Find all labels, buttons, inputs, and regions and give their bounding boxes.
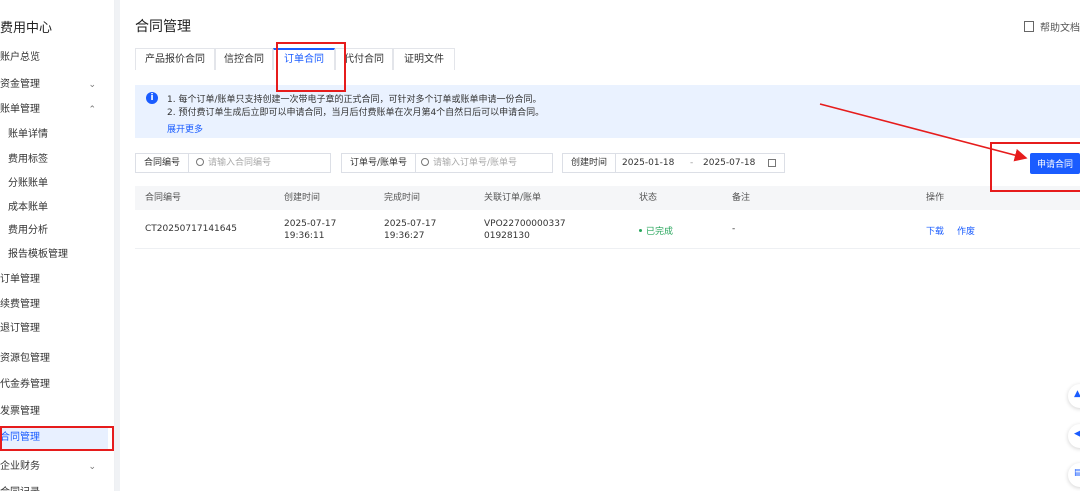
- remark-cell: -: [732, 224, 736, 234]
- column-header: 创建时间: [284, 193, 321, 203]
- finished-time-cell: 2025-07-17 19:36:27: [384, 218, 436, 242]
- column-header: 完成时间: [384, 193, 421, 203]
- order-no-label: 订单号/账单号: [342, 154, 417, 172]
- calendar-icon[interactable]: [768, 159, 776, 167]
- sidebar-title: 费用中心: [0, 21, 53, 36]
- sidebar-item-label: 代金券管理: [0, 379, 50, 390]
- date-start-value[interactable]: 2025-01-18: [622, 154, 674, 172]
- related-order-line-2: 01928130: [484, 231, 530, 241]
- contract-no-label: 合同编号: [136, 154, 190, 172]
- sidebar-item[interactable]: 退订管理: [0, 318, 108, 340]
- sidebar-item[interactable]: 发票管理: [0, 401, 108, 423]
- doc-icon: ▤: [1074, 468, 1080, 478]
- date-end-value[interactable]: 2025-07-18: [703, 154, 755, 172]
- main-content: 合同管理 帮助文档 产品报价合同 信控合同 订单合同 代付合同 证明文件 i 1…: [120, 0, 1080, 491]
- sidebar-item[interactable]: 费用标签: [8, 149, 108, 171]
- status-cell: 已完成: [639, 224, 673, 237]
- contract-no-cell: CT20250717141645: [145, 224, 237, 234]
- sidebar-item-label: 费用标签: [8, 154, 48, 165]
- tab-order-contract[interactable]: 订单合同: [273, 48, 335, 70]
- chevron-up-icon: ⌃: [88, 105, 96, 115]
- sidebar-item[interactable]: 合同管理: [0, 427, 108, 449]
- sidebar-item[interactable]: 续费管理: [0, 294, 108, 316]
- tab-credit-contract[interactable]: 信控合同: [215, 48, 273, 70]
- search-icon: [196, 158, 204, 166]
- date-separator: -: [690, 158, 694, 168]
- column-header: 备注: [732, 193, 751, 203]
- page-title: 合同管理: [135, 19, 191, 35]
- contract-no-filter: 合同编号 请输入合同编号: [135, 153, 331, 173]
- help-doc-label: 帮助文档: [1040, 23, 1080, 34]
- status-dot-icon: [639, 229, 642, 232]
- sidebar-item-label: 订单管理: [0, 274, 40, 285]
- sidebar-item-label: 退订管理: [0, 323, 40, 334]
- sidebar-item[interactable]: 账户总览: [0, 47, 108, 69]
- search-icon: [421, 158, 429, 166]
- sidebar-item[interactable]: 企业财务 ⌄: [0, 456, 108, 478]
- tab-product-quote-contract[interactable]: 产品报价合同: [135, 48, 215, 70]
- feedback-icon: ◀: [1074, 429, 1080, 439]
- created-date: 2025-07-17: [284, 219, 337, 229]
- document-icon: [1024, 21, 1034, 32]
- download-link[interactable]: 下载: [926, 224, 944, 237]
- sidebar-item[interactable]: 分账账单: [8, 173, 108, 195]
- order-no-input[interactable]: 请输入订单号/账单号: [433, 154, 517, 172]
- finished-date: 2025-07-17: [384, 219, 437, 229]
- sidebar-item[interactable]: 账单管理 ⌃: [0, 99, 108, 121]
- sidebar-item-label: 账单详情: [8, 129, 48, 140]
- sidebar-item-label: 成本账单: [8, 202, 48, 213]
- notice-banner: i 1. 每个订单/账单只支持创建一次带电子章的正式合同，可针对多个订单或账单申…: [135, 85, 1080, 138]
- sidebar-item[interactable]: 资源包管理: [0, 348, 108, 370]
- sidebar-item-label: 资源包管理: [0, 353, 50, 364]
- sidebar-item-label: 发票管理: [0, 406, 40, 417]
- sidebar-item[interactable]: 费用分析: [8, 220, 108, 242]
- finished-time: 19:36:27: [384, 231, 425, 241]
- sidebar-item-label: 合同记录: [0, 487, 40, 491]
- created-time: 19:36:11: [284, 231, 325, 241]
- chevron-down-icon: ⌄: [88, 462, 96, 472]
- expand-more-link[interactable]: 展开更多: [167, 122, 203, 135]
- notice-line-2: 2. 预付费订单生成后立即可以申请合同，当月后付费账单在次月第4个自然日后可以申…: [167, 108, 545, 118]
- help-doc-link[interactable]: 帮助文档: [1024, 19, 1080, 34]
- chevron-down-icon: ⌄: [88, 80, 96, 90]
- sidebar-item[interactable]: 代金券管理: [0, 374, 108, 396]
- sidebar-item-label: 账户总览: [0, 52, 40, 63]
- notice-line-1: 1. 每个订单/账单只支持创建一次带电子章的正式合同，可针对多个订单或账单申请一…: [167, 95, 542, 105]
- created-time-cell: 2025-07-17 19:36:11: [284, 218, 336, 242]
- sidebar-item[interactable]: 报告模板管理: [8, 244, 108, 266]
- date-label: 创建时间: [563, 154, 617, 172]
- sidebar-item[interactable]: 合同记录: [0, 482, 108, 491]
- related-order-line-1: VPO22700000337: [484, 219, 566, 229]
- sidebar-item-label: 账单管理: [0, 104, 40, 115]
- sidebar-item-label: 资金管理: [0, 79, 40, 90]
- contact-icon: ▲: [1074, 389, 1080, 399]
- tab-proof-documents[interactable]: 证明文件: [393, 48, 455, 70]
- sidebar-item-label: 报告模板管理: [8, 249, 68, 260]
- void-link[interactable]: 作废: [957, 224, 975, 237]
- sidebar-item[interactable]: 资金管理 ⌄: [0, 74, 108, 96]
- sidebar-item[interactable]: 订单管理: [0, 269, 108, 291]
- column-header: 关联订单/账单: [484, 193, 542, 203]
- column-header: 状态: [639, 193, 658, 203]
- apply-contract-button[interactable]: 申请合同: [1030, 153, 1080, 174]
- info-icon: i: [146, 92, 158, 104]
- table-header: 合同编号 创建时间 完成时间 关联订单/账单 状态 备注 操作: [135, 186, 1080, 210]
- status-badge: 已完成: [646, 227, 674, 237]
- date-range-filter[interactable]: 创建时间 2025-01-18 - 2025-07-18: [562, 153, 785, 173]
- tab-agent-pay-contract[interactable]: 代付合同: [335, 48, 393, 70]
- sidebar-item-label: 企业财务: [0, 461, 40, 472]
- sidebar-item-label: 续费管理: [0, 299, 40, 310]
- order-no-filter: 订单号/账单号 请输入订单号/账单号: [341, 153, 553, 173]
- related-order-cell: VPO22700000337 01928130: [484, 218, 566, 242]
- table-row: CT20250717141645 2025-07-17 19:36:11 2025…: [135, 210, 1080, 249]
- sidebar-item[interactable]: 成本账单: [8, 197, 108, 219]
- sidebar-item-label: 合同管理: [0, 432, 40, 443]
- contract-no-input[interactable]: 请输入合同编号: [208, 154, 271, 172]
- sidebar-item-label: 分账账单: [8, 178, 48, 189]
- sidebar: 费用中心 账户总览资金管理 ⌄ 账单管理 ⌃ 账单详情费用标签分账账单成本账单费用分析报…: [0, 0, 115, 491]
- sidebar-item[interactable]: 账单详情: [8, 124, 108, 146]
- sidebar-item-label: 费用分析: [8, 225, 48, 236]
- column-header: 操作: [926, 193, 945, 203]
- column-header: 合同编号: [145, 193, 182, 203]
